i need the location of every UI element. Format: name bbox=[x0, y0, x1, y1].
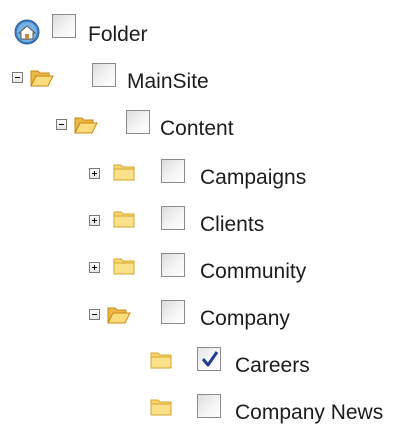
folder-closed-icon bbox=[113, 210, 137, 230]
tree-node-community[interactable]: Community bbox=[89, 251, 389, 285]
checkbox-company-news[interactable] bbox=[197, 394, 221, 418]
tree-label-careers[interactable]: Careers bbox=[235, 354, 310, 378]
folder-open-icon bbox=[30, 68, 54, 88]
tree-label-campaigns[interactable]: Campaigns bbox=[200, 166, 306, 190]
checkbox-clients[interactable] bbox=[161, 206, 185, 230]
checkbox-community[interactable] bbox=[161, 253, 185, 277]
checkbox-campaigns[interactable] bbox=[161, 159, 185, 183]
tree-label-company-news[interactable]: Company News bbox=[235, 401, 383, 425]
tree-label-company[interactable]: Company bbox=[200, 307, 290, 331]
checkbox-mainsite[interactable] bbox=[92, 63, 116, 87]
checkbox-company[interactable] bbox=[161, 300, 185, 324]
tree-label-community[interactable]: Community bbox=[200, 260, 306, 284]
tree-node-careers[interactable]: Careers bbox=[150, 345, 390, 379]
tree-node-content[interactable]: Content bbox=[56, 108, 276, 142]
tree-label-clients[interactable]: Clients bbox=[200, 213, 264, 237]
home-globe-icon bbox=[13, 18, 41, 46]
folder-closed-icon bbox=[150, 398, 174, 418]
checkmark-icon bbox=[201, 350, 219, 373]
folder-closed-icon bbox=[113, 257, 137, 277]
collapse-toggle-content[interactable] bbox=[56, 119, 67, 130]
tree-node-clients[interactable]: Clients bbox=[89, 204, 389, 238]
expand-toggle-community[interactable] bbox=[89, 262, 100, 273]
collapse-toggle-mainsite[interactable] bbox=[12, 72, 23, 83]
folder-open-icon bbox=[107, 305, 131, 325]
folder-closed-icon bbox=[150, 351, 174, 371]
tree-label-root[interactable]: Folder bbox=[88, 23, 148, 47]
tree-node-company-news[interactable]: Company News bbox=[150, 392, 410, 426]
checkbox-content[interactable] bbox=[126, 110, 150, 134]
folder-open-icon bbox=[74, 115, 98, 135]
collapse-toggle-company[interactable] bbox=[89, 309, 100, 320]
expand-toggle-clients[interactable] bbox=[89, 215, 100, 226]
tree-node-campaigns[interactable]: Campaigns bbox=[89, 157, 389, 191]
tree-label-mainsite[interactable]: MainSite bbox=[127, 70, 209, 94]
folder-closed-icon bbox=[113, 163, 137, 183]
checkbox-careers[interactable] bbox=[197, 347, 221, 371]
tree-node-mainsite[interactable]: MainSite bbox=[12, 61, 232, 95]
tree-label-content[interactable]: Content bbox=[160, 117, 234, 141]
tree-node-company[interactable]: Company bbox=[89, 298, 389, 332]
checkbox-root[interactable] bbox=[52, 14, 76, 38]
expand-toggle-campaigns[interactable] bbox=[89, 168, 100, 179]
